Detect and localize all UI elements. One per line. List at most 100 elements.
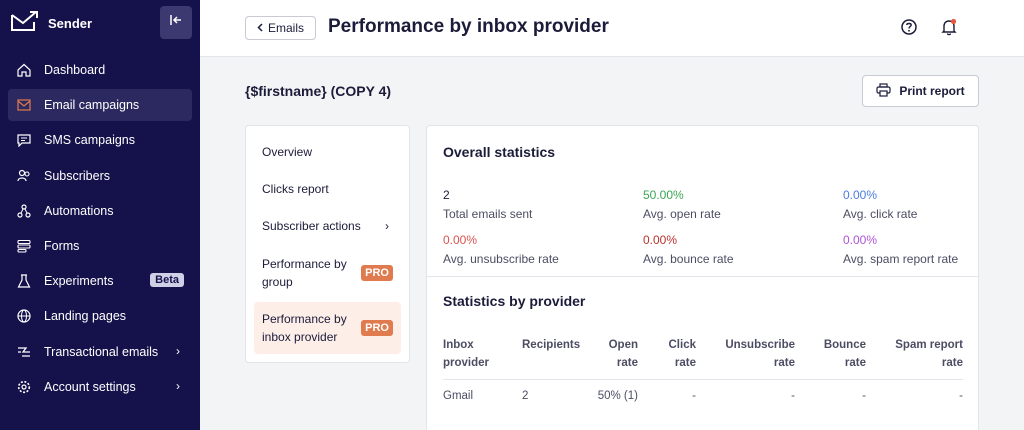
chat-icon — [16, 132, 32, 148]
report-nav-label: Clicks report — [262, 182, 329, 196]
stat-avg-bounce-rate: 0.00% Avg. bounce rate — [643, 232, 734, 267]
header-line: Bounce — [823, 339, 866, 351]
header-line: Open — [608, 339, 638, 351]
chevron-right-icon: › — [176, 378, 180, 393]
stat-avg-spam-report-rate: 0.00% Avg. spam report rate — [843, 232, 958, 267]
pro-badge: PRO — [361, 320, 393, 336]
column-header-open-rate: Open rate — [587, 336, 638, 372]
section-divider — [427, 276, 978, 277]
header-line: Spam report — [895, 339, 963, 351]
sidebar-item-account-settings[interactable]: Account settings › — [8, 371, 192, 403]
app-name: Sender — [48, 16, 93, 31]
sidebar-item-label: Experiments — [44, 274, 114, 289]
printer-icon — [876, 82, 891, 100]
cell-provider: Gmail — [443, 390, 474, 402]
sidebar-item-subscribers[interactable]: Subscribers — [8, 160, 192, 192]
header-line: rate — [674, 357, 696, 369]
column-header-bounce-rate: Bounce rate — [807, 336, 866, 372]
logo[interactable]: Sender — [10, 10, 92, 37]
page-title: Performance by inbox provider — [328, 16, 609, 37]
header-line: rate — [941, 357, 963, 369]
report-nav-clicks-report[interactable]: Clicks report — [254, 180, 401, 198]
flask-icon — [16, 273, 32, 289]
header-line: rate — [773, 357, 795, 369]
cell-bounce-rate: - — [862, 390, 866, 402]
back-to-emails-button[interactable]: Emails — [245, 16, 317, 40]
sidebar-item-label: Transactional emails — [44, 344, 159, 359]
header-line: Recipients — [522, 339, 581, 351]
pro-badge: PRO — [361, 265, 393, 281]
sidebar-item-dashboard[interactable]: Dashboard — [8, 54, 192, 86]
sidebar-item-label: Dashboard — [44, 63, 106, 77]
collapse-sidebar-button[interactable] — [160, 6, 192, 39]
header-line: rate — [844, 357, 866, 369]
overall-statistics-title: Overall statistics — [443, 144, 556, 160]
cell-spam-report-rate: - — [959, 390, 963, 402]
report-nav-performance-by-group[interactable]: Performance by group PRO — [254, 255, 401, 293]
report-nav-label: Subscriber actions — [262, 219, 361, 233]
column-header-inbox-provider: Inbox provider — [443, 336, 489, 372]
cell-click-rate: - — [692, 390, 696, 402]
cell-open-rate: 50% (1) — [597, 390, 638, 402]
sidebar-item-experiments[interactable]: Experiments Beta — [8, 265, 192, 297]
help-icon[interactable] — [900, 18, 918, 41]
home-icon — [16, 62, 32, 78]
stat-value: 0.00% — [443, 233, 478, 247]
report-nav-subscriber-actions[interactable]: Subscriber actions › — [254, 217, 401, 235]
report-nav: Overview Clicks report Subscriber action… — [245, 125, 410, 363]
globe-icon — [16, 308, 32, 324]
sidebar-item-automations[interactable]: Automations — [8, 195, 192, 227]
report-nav-label: Overview — [262, 145, 313, 159]
header-line: provider — [443, 357, 490, 369]
stat-total-emails-sent: 2 Total emails sent — [443, 187, 532, 222]
stat-avg-click-rate: 0.00% Avg. click rate — [843, 187, 917, 222]
mail-icon — [16, 97, 32, 113]
report-nav-performance-by-inbox-provider[interactable]: Performance by inbox provider PRO — [254, 302, 401, 354]
sidebar-item-label: Automations — [44, 203, 114, 218]
chevron-right-icon: › — [176, 343, 180, 358]
stat-value: 0.00% — [643, 233, 678, 247]
automation-icon — [16, 203, 32, 219]
stat-label: Avg. spam report rate — [843, 252, 959, 266]
notification-bell-icon[interactable] — [940, 18, 958, 41]
stat-value: 50.00% — [643, 188, 684, 202]
collapse-icon — [169, 13, 183, 32]
column-header-click-rate: Click rate — [647, 336, 697, 372]
stat-label: Avg. open rate — [643, 207, 721, 221]
sidebar-item-landing-pages[interactable]: Landing pages — [8, 300, 192, 332]
users-icon — [16, 168, 32, 184]
sidebar-item-label: SMS campaigns — [44, 133, 136, 148]
column-header-unsubscribe-rate: Unsubscribe rate — [707, 336, 795, 372]
sidebar-item-forms[interactable]: Forms — [8, 230, 192, 262]
chevron-right-icon: › — [385, 219, 389, 233]
stat-avg-unsubscribe-rate: 0.00% Avg. unsubscribe rate — [443, 232, 559, 267]
cell-unsubscribe-rate: - — [791, 390, 795, 402]
forms-icon — [16, 238, 32, 254]
statistics-by-provider-title: Statistics by provider — [443, 293, 586, 309]
column-header-spam-report-rate: Spam report rate — [877, 336, 963, 372]
sidebar-item-email-campaigns[interactable]: Email campaigns — [8, 89, 192, 122]
top-header: Emails Performance by inbox provider — [200, 0, 1024, 57]
column-header-recipients: Recipients — [522, 336, 580, 354]
table-header-divider — [443, 379, 963, 380]
stat-value: 0.00% — [843, 233, 878, 247]
sidebar-item-transactional-emails[interactable]: Transactional emails › — [8, 336, 192, 368]
sidebar-item-label: Account settings — [44, 379, 136, 394]
cell-recipients: 2 — [522, 390, 529, 402]
header-line: rate — [616, 357, 638, 369]
sidebar-item-sms-campaigns[interactable]: SMS campaigns — [8, 124, 192, 156]
beta-badge: Beta — [150, 273, 184, 288]
header-line: Click — [668, 339, 697, 351]
sidebar-item-label: Subscribers — [44, 168, 110, 183]
chevron-left-icon — [257, 21, 263, 35]
sidebar-item-label: Landing pages — [44, 309, 127, 324]
sidebar: Sender Dashboard Email campaigns SMS cam… — [0, 0, 200, 430]
print-report-button[interactable]: Print report — [862, 75, 979, 107]
sidebar-item-label: Forms — [44, 238, 80, 253]
header-line: Inbox — [443, 339, 474, 351]
report-nav-overview[interactable]: Overview — [254, 143, 401, 161]
stat-value: 0.00% — [843, 188, 878, 202]
statistics-card: Overall statistics 2 Total emails sent 5… — [426, 125, 979, 430]
bolt-icon — [16, 344, 32, 360]
stat-label: Avg. bounce rate — [643, 252, 734, 266]
